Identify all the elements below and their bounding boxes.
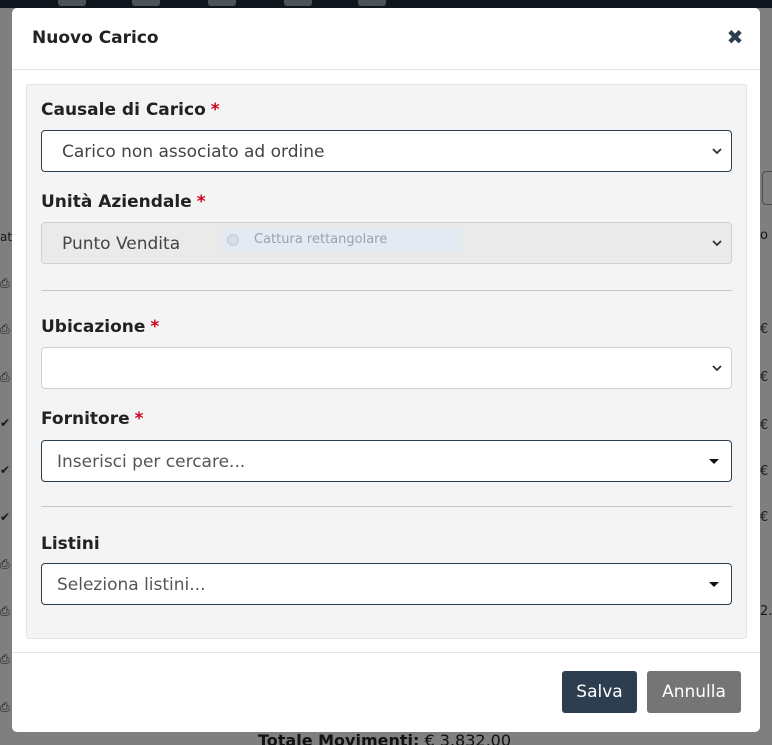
save-button[interactable]: Salva xyxy=(562,671,637,713)
capture-hint-chip: Cattura rettangolare xyxy=(221,229,461,251)
listini-placeholder: Seleziona listini... xyxy=(57,575,206,595)
listini-multiselect[interactable]: Seleziona listini... xyxy=(41,563,732,605)
unita-label-text: Unità Aziendale xyxy=(41,192,192,212)
required-mark: * xyxy=(196,192,206,212)
fornitore-search-select[interactable]: Inserisci per cercare... xyxy=(41,440,732,482)
fornitore-label-text: Fornitore xyxy=(41,409,130,429)
causale-select[interactable]: Carico non associato ad ordine xyxy=(41,130,732,172)
required-mark: * xyxy=(134,409,144,429)
causale-select-value: Carico non associato ad ordine xyxy=(62,142,325,162)
required-mark: * xyxy=(210,100,220,120)
ubicazione-label: Ubicazione * xyxy=(41,317,159,337)
unita-select: Punto Vendita Cattura rettangolare xyxy=(41,222,732,264)
listini-label-text: Listini xyxy=(41,534,100,554)
unita-select-value: Punto Vendita xyxy=(62,234,181,254)
listini-label: Listini xyxy=(41,534,100,554)
modal-footer: Salva Annulla xyxy=(12,652,760,732)
chevron-down-icon xyxy=(712,148,722,155)
new-load-modal: Nuovo Carico ✖ Causale di Carico * Carico… xyxy=(12,8,760,732)
chevron-down-icon xyxy=(712,240,722,247)
modal-title: Nuovo Carico xyxy=(32,28,159,48)
section-divider xyxy=(41,506,732,507)
required-mark: * xyxy=(150,317,160,337)
form-panel: Causale di Carico * Carico non associato … xyxy=(26,84,747,639)
unita-label: Unità Aziendale * xyxy=(41,192,206,212)
section-divider xyxy=(41,290,732,291)
causale-label: Causale di Carico * xyxy=(41,100,220,120)
modal-header: Nuovo Carico ✖ xyxy=(12,8,760,70)
fornitore-placeholder: Inserisci per cercare... xyxy=(57,452,246,472)
caret-down-icon xyxy=(709,459,719,464)
ubicazione-select[interactable] xyxy=(41,347,732,389)
caret-down-icon xyxy=(709,582,719,587)
fornitore-label: Fornitore * xyxy=(41,409,144,429)
cancel-button[interactable]: Annulla xyxy=(647,671,741,713)
causale-label-text: Causale di Carico xyxy=(41,100,206,120)
chevron-down-icon xyxy=(712,365,722,372)
ubicazione-label-text: Ubicazione xyxy=(41,317,146,337)
record-icon xyxy=(227,234,239,246)
capture-hint-text: Cattura rettangolare xyxy=(254,232,388,247)
close-icon[interactable]: ✖ xyxy=(726,27,744,47)
